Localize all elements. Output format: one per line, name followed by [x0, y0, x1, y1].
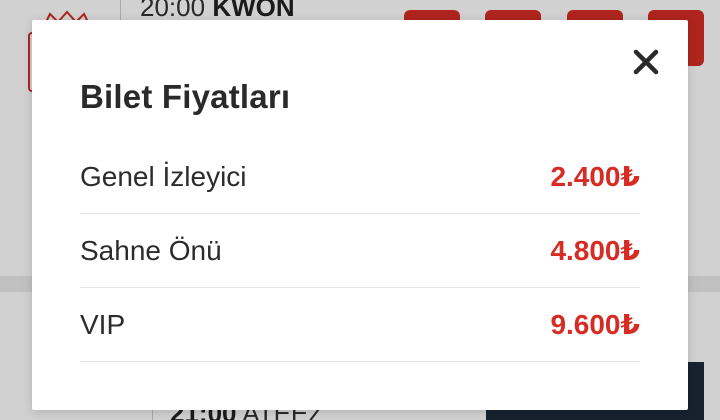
price-value: 2.400₺	[550, 161, 640, 192]
close-button[interactable]	[632, 48, 660, 76]
ticket-prices-modal: Bilet Fiyatları Genel İzleyici 2.400₺ Sa…	[32, 20, 688, 410]
price-row-general: Genel İzleyici 2.400₺	[80, 140, 640, 214]
price-value: 9.600₺	[550, 309, 640, 340]
price-row-front-stage: Sahne Önü 4.800₺	[80, 214, 640, 288]
price-label: VIP	[80, 308, 126, 340]
price-list: Genel İzleyici 2.400₺ Sahne Önü 4.800₺ V…	[80, 140, 640, 362]
price-label: Genel İzleyici	[80, 160, 247, 192]
modal-title: Bilet Fiyatları	[80, 78, 291, 115]
price-label: Sahne Önü	[80, 234, 222, 266]
price-row-vip: VIP 9.600₺	[80, 288, 640, 362]
close-icon	[633, 49, 659, 75]
price-value: 4.800₺	[550, 235, 640, 266]
